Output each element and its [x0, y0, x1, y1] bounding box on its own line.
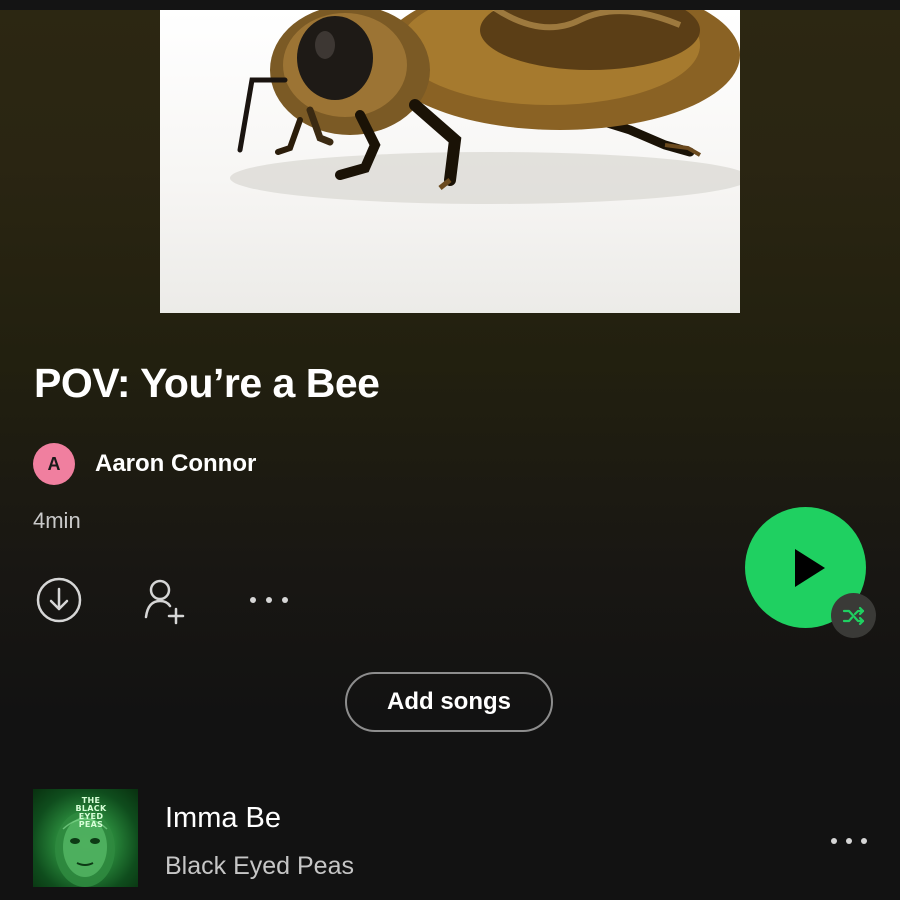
more-horizontal-icon	[831, 838, 867, 844]
add-songs-button[interactable]: Add songs	[345, 672, 553, 732]
download-circle-icon	[36, 577, 82, 623]
bottom-edge	[0, 888, 900, 900]
add-user-icon	[144, 579, 185, 625]
track-album-art: THE BLACK EYED PEAS	[33, 789, 138, 887]
track-row[interactable]: THE BLACK EYED PEAS Imma Be Black Eyed P…	[0, 789, 900, 887]
shuffle-button[interactable]	[831, 593, 876, 638]
download-button[interactable]	[35, 576, 83, 624]
avatar[interactable]: A	[33, 443, 75, 485]
track-title[interactable]: Imma Be	[165, 802, 281, 835]
more-horizontal-icon	[250, 597, 288, 603]
playlist-title: POV: You’re a Bee	[34, 360, 380, 406]
add-collaborator-button[interactable]	[136, 573, 192, 629]
shuffle-icon	[842, 606, 864, 625]
owner-name[interactable]: Aaron Connor	[95, 450, 256, 478]
playlist-more-button[interactable]	[244, 586, 294, 614]
track-artist[interactable]: Black Eyed Peas	[165, 852, 354, 881]
bee-photo	[230, 10, 740, 204]
album-art-text: THE BLACK EYED PEAS	[75, 796, 107, 829]
playlist-cover-art	[160, 10, 740, 313]
play-icon	[794, 548, 825, 587]
playlist-owner[interactable]: A Aaron Connor	[33, 443, 256, 485]
top-edge	[0, 0, 900, 10]
playlist-duration: 4min	[33, 508, 81, 533]
track-more-button[interactable]	[826, 829, 872, 853]
